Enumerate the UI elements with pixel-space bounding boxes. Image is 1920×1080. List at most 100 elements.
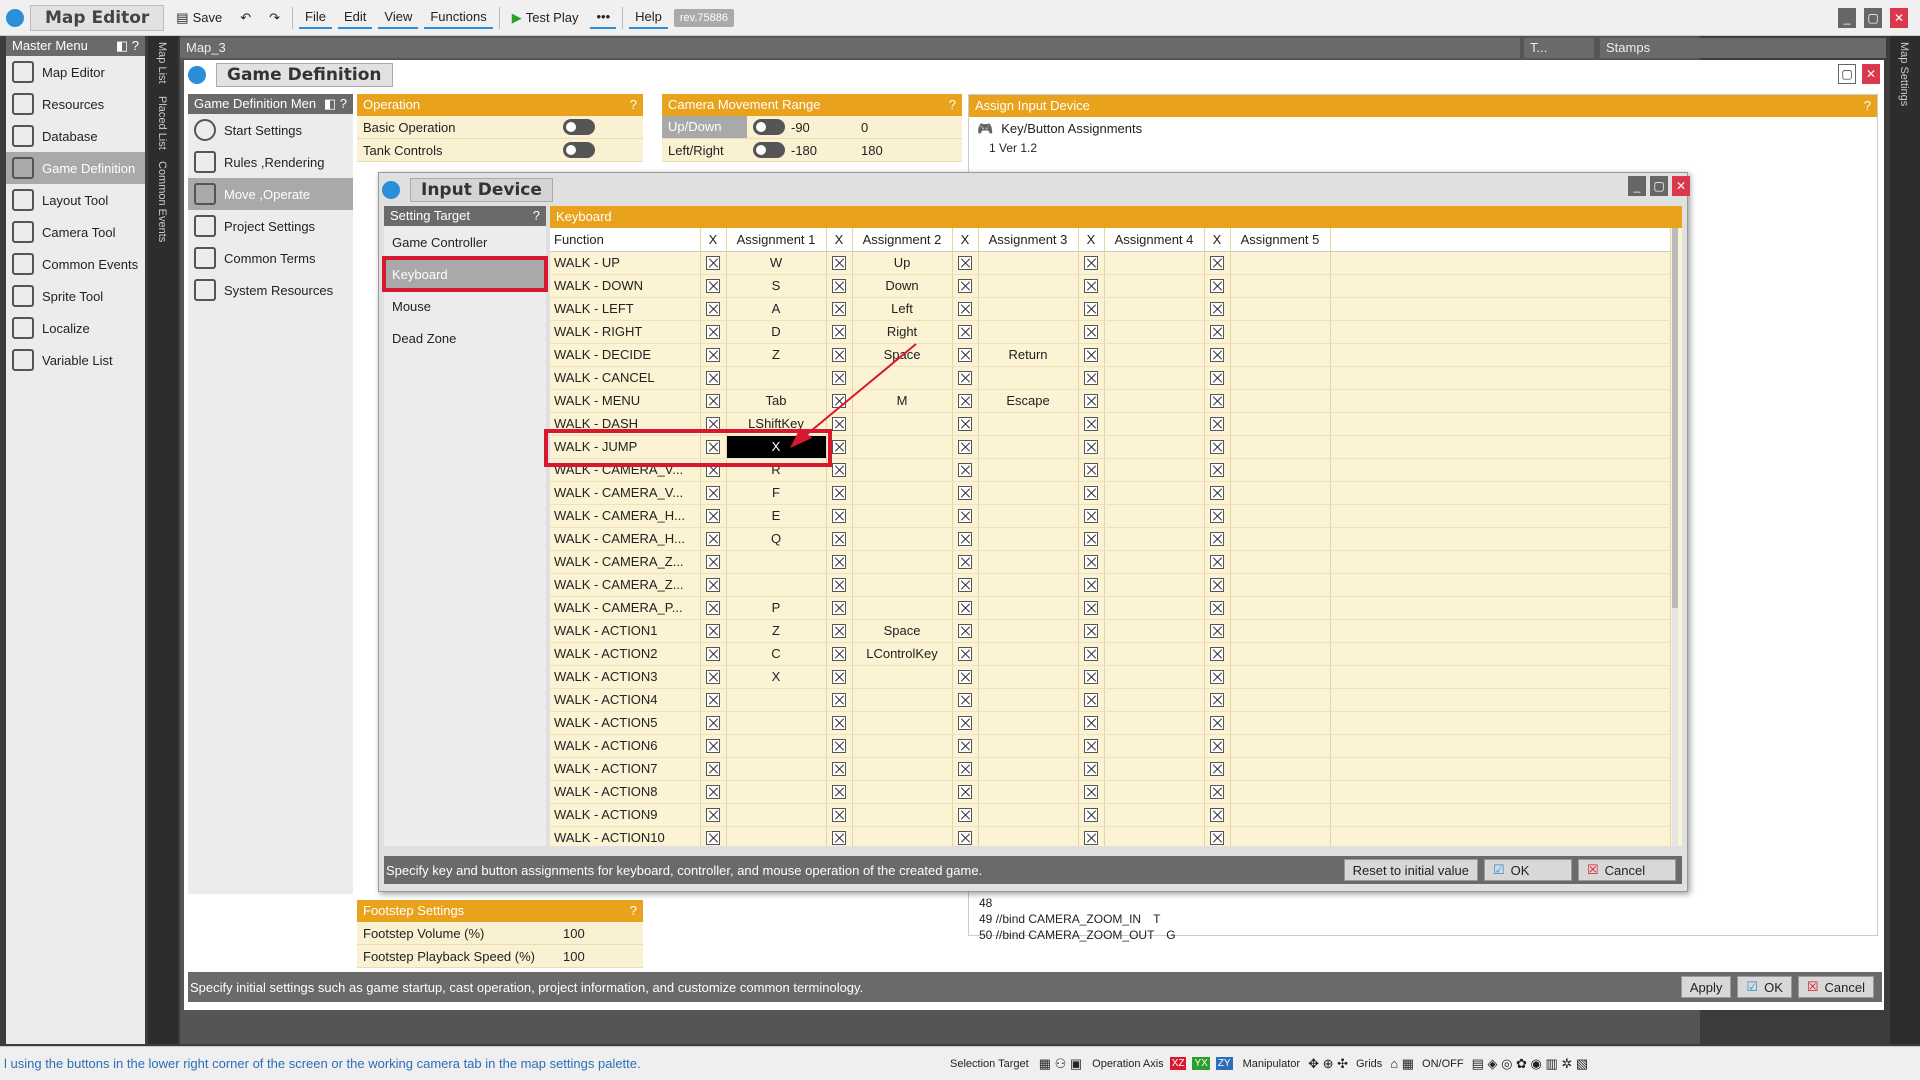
clear-icon[interactable]	[706, 486, 720, 501]
gd-ok-button[interactable]: ☑ OK	[1737, 976, 1792, 998]
map-tab[interactable]: Map_3	[180, 38, 1520, 58]
close-icon[interactable]: ✕	[1890, 7, 1908, 28]
clear-icon[interactable]	[706, 808, 720, 823]
table-row[interactable]: WALK - DOWN S Down	[550, 274, 1671, 298]
assignment-cell[interactable]	[852, 481, 953, 505]
assignment-cell[interactable]	[1230, 596, 1331, 620]
assignment-cell[interactable]	[1230, 435, 1331, 459]
gd-item-common-terms[interactable]: Common Terms	[188, 242, 353, 274]
clear-icon[interactable]	[1210, 578, 1224, 593]
assignment-cell[interactable]: Escape	[978, 389, 1079, 413]
master-item-game-definition[interactable]: Game Definition	[6, 152, 145, 184]
clear-icon[interactable]	[832, 532, 846, 547]
assignment-cell[interactable]	[1104, 297, 1205, 321]
clear-icon[interactable]	[1084, 463, 1098, 478]
clear-icon[interactable]	[958, 417, 972, 432]
clear-icon[interactable]	[1210, 555, 1224, 570]
target-game-controller[interactable]: Game Controller	[384, 226, 546, 258]
clear-icon[interactable]	[706, 601, 720, 616]
clear-icon[interactable]	[958, 371, 972, 386]
clear-icon[interactable]	[1084, 302, 1098, 317]
scrollbar-thumb[interactable]	[1672, 228, 1678, 608]
assignment-cell[interactable]	[1230, 389, 1331, 413]
assignment-cell[interactable]	[726, 550, 827, 574]
clear-icon[interactable]	[958, 256, 972, 271]
clear-icon[interactable]	[706, 256, 720, 271]
assignment-cell[interactable]	[1230, 251, 1331, 275]
clear-icon[interactable]	[832, 601, 846, 616]
toggle-icons[interactable]: ▤ ◈ ◎ ✿ ◉ ▥ ✲ ▧	[1472, 1056, 1589, 1072]
clear-icon[interactable]	[1210, 647, 1224, 662]
assignment-cell[interactable]	[726, 711, 827, 735]
clear-icon[interactable]	[1084, 808, 1098, 823]
target-dead-zone[interactable]: Dead Zone	[384, 322, 546, 354]
clear-icon[interactable]	[832, 624, 846, 639]
updown-toggle[interactable]	[753, 119, 785, 135]
assignment-cell[interactable]: S	[726, 274, 827, 298]
table-row[interactable]: WALK - ACTION1 Z Space	[550, 619, 1671, 643]
assignment-cell[interactable]	[726, 780, 827, 804]
clear-icon[interactable]	[706, 348, 720, 363]
assignment-cell[interactable]	[1230, 504, 1331, 528]
table-row[interactable]: WALK - CAMERA_Z...	[550, 550, 1671, 574]
assignment-cell[interactable]	[978, 274, 1079, 298]
assignment-cell[interactable]	[1104, 688, 1205, 712]
undo-button[interactable]: ↶	[234, 7, 257, 29]
clear-icon[interactable]	[1210, 716, 1224, 731]
clear-icon[interactable]	[832, 785, 846, 800]
clear-icon[interactable]	[958, 739, 972, 754]
clear-icon[interactable]	[1210, 762, 1224, 777]
assignment-cell[interactable]	[1230, 412, 1331, 436]
assignment-cell[interactable]	[978, 550, 1079, 574]
clear-icon[interactable]	[706, 325, 720, 340]
clear-icon[interactable]	[1210, 486, 1224, 501]
gd-item-project-settings[interactable]: Project Settings	[188, 210, 353, 242]
table-row[interactable]: WALK - LEFT A Left	[550, 297, 1671, 321]
assignment-cell[interactable]	[1230, 550, 1331, 574]
clear-icon[interactable]	[832, 693, 846, 708]
key-button-assignments[interactable]: 🎮 Key/Button Assignments	[969, 117, 1877, 141]
assignment-cell[interactable]	[1230, 366, 1331, 390]
id-close-icon[interactable]: ✕	[1672, 176, 1690, 196]
assignment-cell[interactable]	[1230, 573, 1331, 597]
clear-icon[interactable]	[832, 739, 846, 754]
clear-icon[interactable]	[1210, 739, 1224, 754]
clear-icon[interactable]	[832, 279, 846, 294]
clear-icon[interactable]	[958, 831, 972, 846]
clear-icon[interactable]	[832, 463, 846, 478]
clear-icon[interactable]	[832, 256, 846, 271]
restore-icon[interactable]: ▢	[1838, 64, 1856, 84]
assignment-cell[interactable]	[1104, 412, 1205, 436]
assignment-cell[interactable]	[1104, 665, 1205, 689]
more-button[interactable]: •••	[590, 6, 617, 29]
assignment-cell[interactable]	[852, 527, 953, 551]
clear-icon[interactable]	[1210, 532, 1224, 547]
axis-zy[interactable]: ZY	[1215, 1057, 1233, 1070]
assignment-cell[interactable]	[852, 826, 953, 846]
assignment-cell[interactable]	[852, 780, 953, 804]
tab-placed-list[interactable]: Placed List	[148, 90, 176, 156]
table-row[interactable]: WALK - ACTION2 C LControlKey	[550, 642, 1671, 666]
assignment-cell[interactable]	[852, 688, 953, 712]
gd-item-move-operate[interactable]: Move ,Operate	[188, 178, 353, 210]
clear-icon[interactable]	[958, 279, 972, 294]
pin-icon[interactable]: ◧ ?	[324, 96, 347, 112]
gd-item-rules-rendering[interactable]: Rules ,Rendering	[188, 146, 353, 178]
clear-icon[interactable]	[1210, 256, 1224, 271]
assignment-cell[interactable]	[978, 481, 1079, 505]
assignment-cell[interactable]	[1230, 458, 1331, 482]
updown-max[interactable]: 0	[861, 120, 951, 135]
assignment-cell[interactable]	[1230, 826, 1331, 846]
assignment-cell[interactable]	[852, 803, 953, 827]
minimize-icon[interactable]: _	[1838, 7, 1856, 28]
clear-icon[interactable]	[706, 371, 720, 386]
assignment-cell[interactable]	[978, 803, 1079, 827]
assignment-cell[interactable]	[1230, 619, 1331, 643]
assignment-cell[interactable]	[1104, 826, 1205, 846]
clear-icon[interactable]	[1084, 394, 1098, 409]
assignment-cell[interactable]	[978, 251, 1079, 275]
assignment-cell[interactable]	[1230, 274, 1331, 298]
clear-icon[interactable]	[706, 785, 720, 800]
clear-icon[interactable]	[832, 325, 846, 340]
assignment-cell[interactable]	[852, 734, 953, 758]
